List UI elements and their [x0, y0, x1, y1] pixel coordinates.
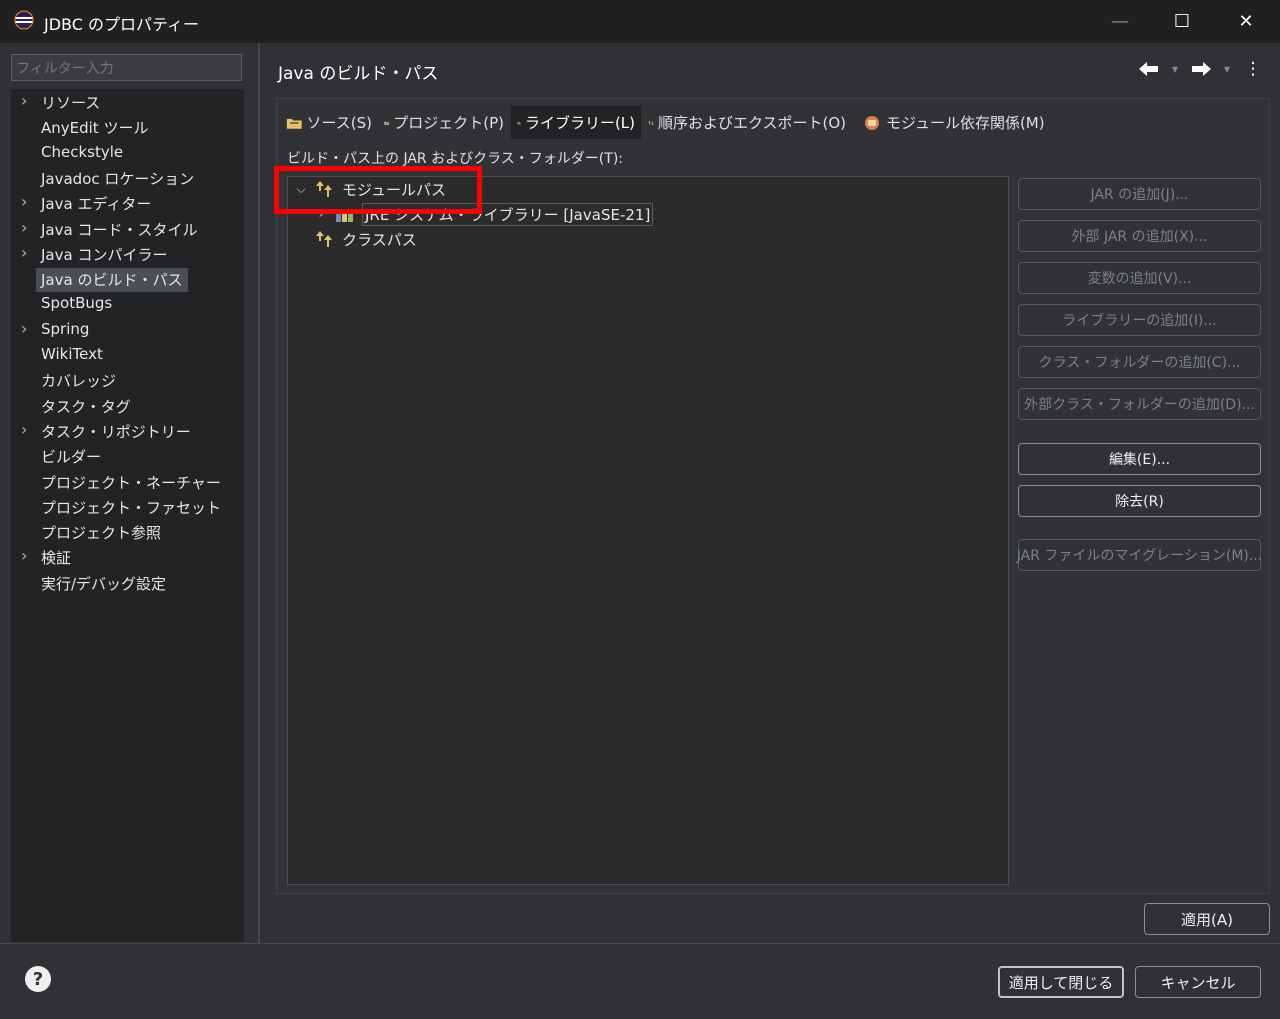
sidebar-item[interactable]: AnyEdit ツール: [11, 114, 244, 139]
sidebar-item-label: WikiText: [41, 345, 103, 363]
tab-projects[interactable]: プロジェクト(P): [378, 106, 510, 139]
chevron-right-icon[interactable]: ›: [21, 320, 31, 336]
sidebar-item-label: プロジェクト参照: [41, 524, 162, 543]
sidebar-item-label: タスク・タグ: [41, 397, 131, 416]
window-title: JDBC のプロパティー: [44, 15, 200, 34]
arrow-left-icon[interactable]: [1138, 60, 1160, 78]
sidebar-item[interactable]: › Java エディター: [11, 190, 244, 215]
tab-libraries-label: ライブラリー(L): [524, 114, 635, 132]
sidebar-item[interactable]: Javadoc ロケーション: [11, 165, 244, 190]
sidebar-item[interactable]: Checkstyle: [11, 140, 244, 165]
sidebar-item-label: Java のビルド・パス: [36, 268, 189, 293]
view-menu-icon[interactable]: ⋮: [1245, 58, 1262, 80]
chevron-right-icon[interactable]: ›: [21, 548, 31, 564]
add-class-folder-button[interactable]: クラス・フォルダーの追加(C)...: [1018, 346, 1261, 378]
sidebar-item[interactable]: タスク・タグ: [11, 393, 244, 418]
chevron-right-icon[interactable]: ›: [21, 421, 31, 437]
apply-button[interactable]: 適用(A): [1144, 903, 1270, 935]
close-button[interactable]: ✕: [1216, 0, 1276, 43]
tree-label: ビルド・パス上の JAR およびクラス・フォルダー(T):: [287, 151, 623, 167]
page-title: Java のビルド・パス: [278, 64, 439, 84]
tree-row-classpath-label: クラスパス: [342, 230, 417, 249]
sidebar-item[interactable]: ビルダー: [11, 443, 244, 468]
tab-projects-label: プロジェクト(P): [393, 114, 504, 132]
source-folder-icon: [286, 118, 302, 129]
tab-module-dependencies[interactable]: モジュール依存関係(M): [856, 106, 1052, 139]
sidebar-item-label: Checkstyle: [41, 142, 124, 161]
sidebar-item-label: 検証: [41, 549, 72, 568]
tab-order-export-label: 順序およびエクスポート(O): [657, 114, 846, 132]
sidebar-item[interactable]: › Java コード・スタイル: [11, 216, 244, 241]
sidebar-item[interactable]: WikiText: [11, 342, 244, 367]
library-icon: [517, 121, 521, 124]
sidebar-item[interactable]: SpotBugs: [11, 291, 244, 316]
maximize-button[interactable]: ☐: [1152, 0, 1212, 43]
add-jar-button[interactable]: JAR の追加(J)...: [1018, 178, 1261, 210]
apply-and-close-button[interactable]: 適用して閉じる: [998, 966, 1124, 998]
project-icon: [384, 121, 389, 125]
add-external-jar-button[interactable]: 外部 JAR の追加(X)...: [1018, 220, 1261, 252]
splitter[interactable]: [258, 43, 260, 943]
chevron-right-icon[interactable]: ›: [21, 244, 31, 260]
filter-input[interactable]: [11, 54, 242, 81]
sidebar-item[interactable]: 実行/デバッグ設定: [11, 570, 244, 595]
tab-order-export[interactable]: 順序およびエクスポート(O): [642, 106, 852, 139]
sidebar-item[interactable]: › Java コンパイラー: [11, 241, 244, 266]
edit-button[interactable]: 編集(E)...: [1018, 443, 1261, 475]
tab-source[interactable]: ソース(S): [280, 106, 378, 139]
sidebar-item-label: ビルダー: [41, 448, 102, 467]
arrow-right-icon[interactable]: [1190, 60, 1212, 78]
tree-row-classpath[interactable]: クラスパス: [294, 227, 417, 251]
add-variable-button[interactable]: 変数の追加(V)...: [1018, 262, 1261, 294]
sidebar-item-label: Javadoc ロケーション: [41, 169, 195, 188]
eclipse-icon: [14, 10, 34, 30]
sidebar-item[interactable]: › Spring: [11, 317, 244, 342]
sidebar-item-label: SpotBugs: [41, 294, 113, 313]
sidebar-item[interactable]: › 検証: [11, 544, 244, 569]
sidebar-item-label: Java コンパイラー: [41, 245, 168, 264]
sidebar-item-label: リソース: [41, 94, 101, 112]
build-path-tree[interactable]: [287, 176, 1009, 885]
sidebar-item[interactable]: プロジェクト参照: [11, 519, 244, 544]
preference-tree: › リソース AnyEdit ツール Checkstyle Javadoc ロケーション…: [11, 89, 244, 942]
order-export-icon: [648, 120, 654, 125]
chevron-right-icon[interactable]: ›: [21, 219, 31, 235]
sidebar-item-label: プロジェクト・ネーチャー: [41, 473, 221, 492]
sidebar-item[interactable]: プロジェクト・ネーチャー: [11, 469, 244, 494]
sidebar-item[interactable]: カバレッジ: [11, 367, 244, 392]
sidebar-item[interactable]: › タスク・リポジトリー: [11, 418, 244, 443]
sidebar-item-label: 実行/デバッグ設定: [41, 574, 167, 593]
sidebar-item[interactable]: Java のビルド・パス: [11, 266, 244, 293]
tab-module-dependencies-label: モジュール依存関係(M): [886, 114, 1045, 132]
chevron-right-icon[interactable]: ›: [21, 194, 31, 210]
svg-text:?: ?: [33, 969, 43, 990]
sidebar-item-label: プロジェクト・ファセット: [41, 498, 222, 517]
chevron-right-icon[interactable]: ›: [21, 93, 31, 109]
help-icon[interactable]: ?: [24, 965, 52, 993]
highlight-annotation: [274, 166, 482, 214]
cancel-button[interactable]: キャンセル: [1135, 966, 1261, 998]
module-icon: [865, 115, 879, 130]
forward-dropdown-icon[interactable]: ▾: [1220, 58, 1234, 80]
classpath-icon: [316, 231, 332, 247]
sidebar-item-label: カバレッジ: [41, 372, 117, 391]
remove-button[interactable]: 除去(R): [1018, 485, 1261, 517]
add-library-button[interactable]: ライブラリーの追加(I)...: [1018, 304, 1261, 336]
sidebar-item-label: タスク・リポジトリー: [41, 422, 191, 441]
sidebar-item[interactable]: プロジェクト・ファセット: [11, 494, 244, 519]
tab-libraries[interactable]: ライブラリー(L): [511, 106, 641, 139]
minimize-button[interactable]: —: [1090, 0, 1150, 43]
sidebar-item-label: Java エディター: [41, 195, 152, 214]
sidebar-item[interactable]: › リソース: [11, 89, 244, 114]
add-external-class-folder-button[interactable]: 外部クラス・フォルダーの追加(D)...: [1018, 388, 1261, 420]
back-dropdown-icon[interactable]: ▾: [1168, 58, 1182, 80]
sidebar-item-label: Java コード・スタイル: [41, 220, 198, 239]
sidebar-item-label: Spring: [41, 319, 90, 338]
sidebar-item-label: AnyEdit ツール: [41, 119, 149, 138]
migrate-jar-button[interactable]: JAR ファイルのマイグレーション(M)...: [1017, 539, 1262, 571]
tab-source-label: ソース(S): [306, 114, 372, 132]
